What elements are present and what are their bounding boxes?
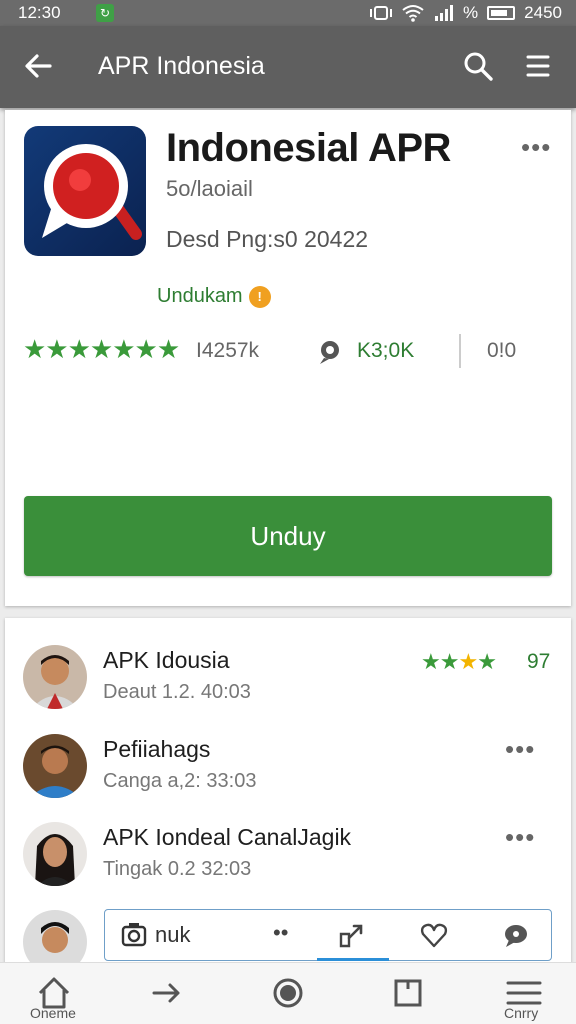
more-options-icon[interactable]: ••• [505,734,535,765]
item-subtitle: Deaut 1.2. 40:03 [103,681,251,703]
status-bar: 12:30 ↻ % 2450 [0,0,576,26]
install-button[interactable]: Unduy [24,496,552,576]
back-arrow-icon[interactable] [20,48,56,84]
action-bar-label[interactable]: nuk [155,922,190,948]
list-item[interactable]: Pefiiahags Canga a,2: 33:03 ••• [5,734,571,814]
download-label-row: Undukam ! [157,285,271,308]
download-label: Undukam [157,285,243,307]
action-bar: nuk •• [104,909,552,961]
app-name: Indonesial APR [166,126,451,170]
review-count: I4257k [196,339,260,362]
menu-icon[interactable] [520,48,556,84]
avatar [23,734,87,798]
app-developer[interactable]: 5o/laoiail [166,176,253,202]
square-icon[interactable] [388,973,428,1013]
download-count: K3;0K [357,339,415,362]
list-item[interactable]: APK Idousia Deaut 1.2. 40:03 ★★★★ 97 [5,645,571,725]
magnifier-logo-icon [42,144,142,240]
app-date: Desd Png:s0 20422 [166,226,369,252]
camera-icon[interactable] [119,920,149,950]
app-size: 0!0 [487,339,517,362]
item-rating-stars: ★★★★ [421,649,497,674]
avatar [23,645,87,709]
share-icon[interactable] [337,920,367,950]
stats-divider [459,334,461,368]
bottom-navigation: Oneme Cnrry [0,962,576,1024]
item-title: APK Iondeal CanalJagik [103,824,352,850]
item-title: Pefiiahags [103,736,211,762]
status-right-text: 2450 [524,3,562,22]
search-icon[interactable] [460,48,496,84]
nfc-icon [370,6,393,20]
circle-icon[interactable] [268,973,308,1013]
status-icons: % 2450 [370,3,562,23]
heart-icon[interactable] [419,920,449,950]
status-time: 12:30 [18,3,61,22]
warning-badge-icon: ! [248,285,271,308]
chat-icon[interactable] [501,920,531,950]
downloads-icon [320,341,339,364]
more-options-icon[interactable]: ••• [521,132,551,163]
item-title: APK Idousia [103,647,230,673]
app-bar-title: APR Indonesia [98,52,265,80]
dots-indicator: •• [273,920,289,945]
app-bar: APR Indonesia [0,26,576,108]
app-details-card: Indonesial APR ••• 5o/laoiail Desd Png:s… [5,110,571,606]
notification-icon: ↻ [96,4,114,22]
battery-percent: % [463,3,479,22]
app-logo [24,126,146,256]
item-subtitle: Tingak 0.2 32:03 [103,858,252,880]
list-item[interactable]: APK Iondeal CanalJagik Tingak 0.2 32:03 … [5,822,571,902]
active-indicator [317,958,389,961]
battery-icon [487,6,516,20]
wifi-icon [402,5,424,22]
nav-label-menu[interactable]: Cnrry [504,1005,538,1021]
more-options-icon[interactable]: ••• [505,822,535,853]
rating-stars: ★★★★★★★ [23,334,180,364]
arrow-right-icon[interactable] [146,973,186,1013]
app-stats-row: ★★★★★★★ I4257k K3;0K 0!0 [23,334,553,370]
signal-icon [435,5,454,21]
avatar [23,822,87,886]
item-score: 97 [527,650,551,673]
nav-label-home[interactable]: Oneme [30,1005,76,1021]
item-subtitle: Canga a,2: 33:03 [103,770,257,792]
